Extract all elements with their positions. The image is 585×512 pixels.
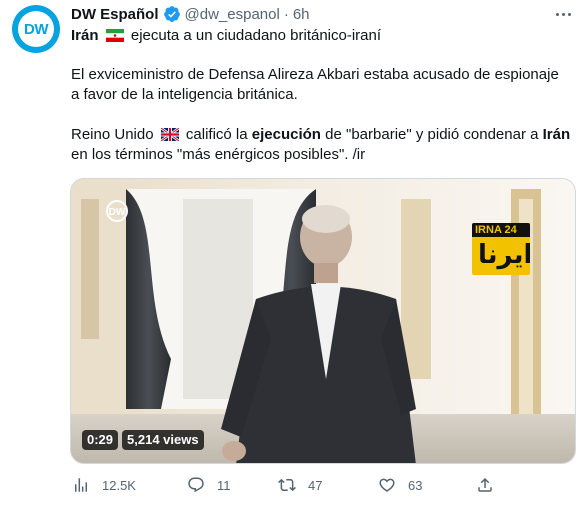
tweet-timestamp[interactable]: 6h — [293, 6, 310, 23]
replies-count: 11 — [217, 477, 231, 493]
irna24-logo-bottom: ايرنا — [478, 239, 530, 269]
retweet-icon — [278, 478, 296, 492]
irna24-channel-logo: IRNA 24 ايرنا — [472, 223, 530, 275]
reply-action[interactable]: 11 — [187, 476, 231, 494]
irna24-logo-top: IRNA 24 — [475, 224, 517, 236]
video-views: 5,214 views — [122, 430, 204, 450]
analytics-icon — [75, 478, 87, 492]
likes-count: 63 — [408, 477, 423, 493]
video-meta: 0:29 5,214 views — [82, 430, 204, 450]
para3-text-d: en los términos "más enérgicos posibles"… — [71, 146, 366, 163]
dw-logo: DW — [18, 11, 54, 47]
uk-flag-icon — [160, 128, 179, 141]
video-frame — [71, 179, 575, 463]
share-icon — [478, 477, 492, 492]
reply-icon — [188, 477, 204, 493]
more-options-icon[interactable] — [551, 2, 575, 26]
views-action[interactable]: 12.5K — [72, 476, 136, 494]
share-action[interactable] — [476, 476, 494, 494]
tweet-header: DW Español @dw_espanol · 6h — [71, 4, 310, 24]
tweet-headline: Irán ejecuta a un ciudadano británico-ir… — [71, 26, 381, 46]
para3-text-b: calificó la — [185, 126, 248, 143]
separator-dot: · — [283, 5, 289, 23]
author-avatar[interactable]: DW — [12, 5, 60, 53]
action-bar: 12.5K 11 47 63 — [70, 476, 580, 498]
para3-text-c: de "barbarie" y pidió condenar a — [325, 126, 539, 143]
views-count: 12.5K — [102, 477, 136, 493]
like-action[interactable]: 63 — [378, 476, 422, 494]
dw-watermark-icon: DW — [106, 200, 128, 222]
video-duration: 0:29 — [82, 430, 119, 450]
para3-bold-1: ejecución — [251, 126, 321, 143]
video-player[interactable]: IRNA 24 ايرنا — [70, 178, 576, 464]
tweet-paragraph-3: Reino Unido calificó la ejecución de "ba… — [71, 125, 571, 165]
iran-flag-icon — [105, 29, 124, 42]
para3-bold-2: Irán — [542, 126, 571, 143]
para3-text-a: Reino Unido — [71, 126, 154, 143]
heart-icon — [379, 478, 395, 492]
tweet-paragraph-2: El exviceministro de Defensa Alireza Akb… — [71, 66, 559, 103]
retweet-action[interactable]: 47 — [278, 476, 322, 494]
avatar-text: DW — [24, 20, 49, 38]
author-handle[interactable]: @dw_espanol — [185, 6, 280, 23]
verified-badge-icon — [163, 6, 180, 22]
author-display-name[interactable]: DW Español — [71, 6, 159, 23]
retweets-count: 47 — [308, 477, 323, 493]
headline-text: ejecuta a un ciudadano británico-iraní — [130, 27, 382, 44]
dw-watermark-text: DW — [109, 207, 126, 218]
headline-bold: Irán — [71, 27, 99, 44]
